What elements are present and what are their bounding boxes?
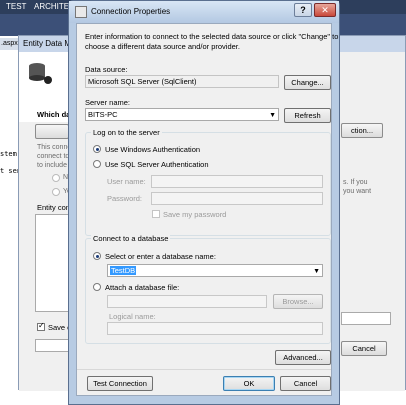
sql-auth-label: Use SQL Server Authentication bbox=[105, 160, 209, 169]
data-source-label: Data source: bbox=[85, 65, 128, 74]
dialog-titlebar[interactable]: Connection Properties ? ✕ bbox=[69, 1, 339, 23]
wizard-desc-line: s. If you bbox=[343, 179, 368, 186]
sql-auth-radio[interactable] bbox=[93, 160, 101, 168]
dialog-body: Enter information to connect to the sele… bbox=[76, 23, 338, 396]
logon-group-title: Log on to the server bbox=[91, 128, 162, 137]
server-name-label: Server name: bbox=[85, 98, 131, 107]
browse-button[interactable]: Browse... bbox=[273, 294, 323, 309]
select-database-radio[interactable] bbox=[93, 252, 101, 260]
wizard-radio-no[interactable] bbox=[52, 174, 60, 182]
attach-file-label: Attach a database file: bbox=[105, 283, 180, 292]
chevron-down-icon[interactable]: ▼ bbox=[313, 266, 320, 277]
attach-file-radio[interactable] bbox=[93, 283, 101, 291]
password-field[interactable] bbox=[151, 192, 323, 205]
username-field[interactable] bbox=[151, 175, 323, 188]
advanced-button[interactable]: Advanced... bbox=[275, 350, 331, 365]
wizard-new-connection-button[interactable]: ction... bbox=[341, 123, 383, 138]
server-name-value: BITS-PC bbox=[88, 110, 118, 119]
change-button[interactable]: Change... bbox=[284, 75, 331, 90]
windows-auth-radio[interactable] bbox=[93, 145, 101, 153]
wizard-save-name-field[interactable] bbox=[35, 339, 71, 352]
connect-database-group-title: Connect to a database bbox=[91, 234, 171, 243]
cancel-button[interactable]: Cancel bbox=[280, 376, 331, 391]
logical-name-label: Logical name: bbox=[109, 312, 156, 321]
ok-button[interactable]: OK bbox=[223, 376, 275, 391]
connection-properties-dialog: Connection Properties ? ✕ Enter informat… bbox=[68, 0, 340, 405]
password-label: Password: bbox=[107, 194, 143, 203]
data-source-field: Microsoft SQL Server (SqlClient) bbox=[85, 75, 279, 88]
chevron-down-icon[interactable]: ▼ bbox=[269, 110, 276, 121]
logical-name-field[interactable] bbox=[107, 322, 323, 335]
database-icon bbox=[29, 63, 52, 84]
intro-text-line-1: Enter information to connect to the sele… bbox=[85, 32, 339, 41]
intro-text-line-2: choose a different data source and/or pr… bbox=[85, 42, 240, 51]
ide-menu-test[interactable]: TEST bbox=[6, 2, 26, 11]
save-password-label: Save my password bbox=[163, 210, 227, 219]
save-password-checkbox[interactable] bbox=[152, 210, 160, 218]
wizard-cancel-button[interactable]: Cancel bbox=[341, 341, 387, 356]
test-connection-button[interactable]: Test Connection bbox=[87, 376, 153, 391]
wizard-desc-line: you want bbox=[343, 188, 372, 195]
wizard-connection-string-box[interactable] bbox=[35, 214, 71, 312]
wizard-desc-line: to include bbox=[37, 162, 67, 169]
wizard-radio-yes[interactable] bbox=[52, 188, 60, 196]
server-name-combobox[interactable]: BITS-PC ▼ bbox=[85, 108, 279, 121]
help-button[interactable]: ? bbox=[294, 3, 312, 17]
dialog-title: Connection Properties bbox=[91, 7, 171, 16]
wizard-connection-dropdown[interactable] bbox=[35, 124, 69, 139]
wizard-desc-line: connect to bbox=[37, 153, 70, 160]
attach-file-field[interactable] bbox=[107, 295, 267, 308]
window-icon bbox=[75, 6, 87, 18]
refresh-button[interactable]: Refresh bbox=[284, 108, 331, 123]
username-label: User name: bbox=[107, 177, 146, 186]
close-button[interactable]: ✕ bbox=[314, 3, 336, 17]
database-name-combobox[interactable]: TestDB ▼ bbox=[107, 264, 323, 277]
wizard-save-checkbox[interactable]: ✓ bbox=[37, 321, 45, 331]
windows-auth-label: Use Windows Authentication bbox=[105, 145, 201, 154]
wizard-right-field[interactable] bbox=[341, 312, 391, 325]
wizard-desc-line: This conne bbox=[37, 144, 72, 151]
database-name-value: TestDB bbox=[110, 266, 137, 275]
footer-divider bbox=[77, 369, 331, 370]
select-database-label: Select or enter a database name: bbox=[105, 252, 216, 261]
